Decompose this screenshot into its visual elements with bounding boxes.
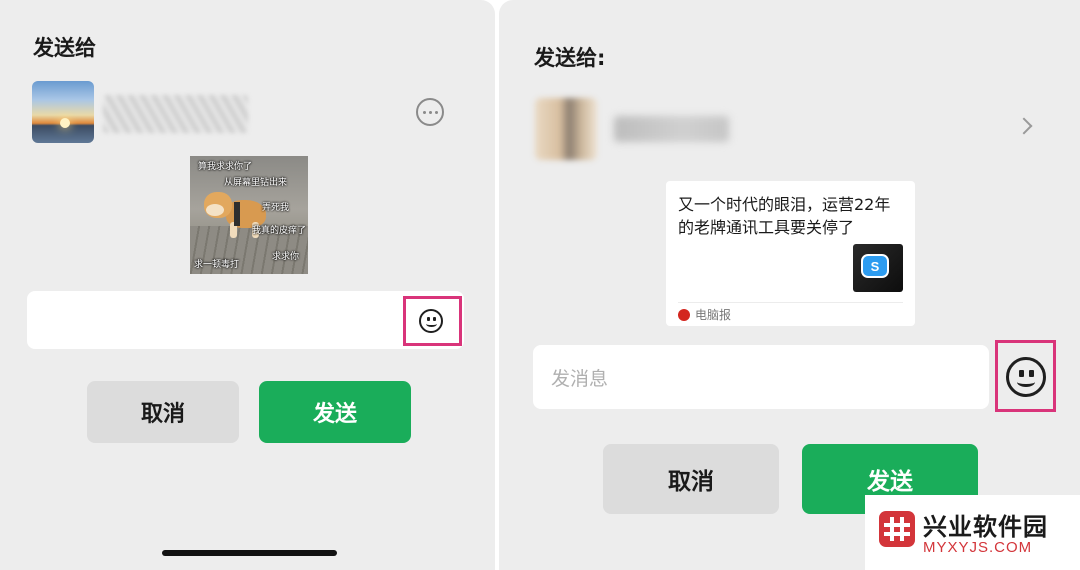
article-title: 又一个时代的眼泪，运营22年的老牌通讯工具要关停了 xyxy=(678,195,891,237)
cancel-button[interactable]: 取消 xyxy=(603,444,779,514)
meme-caption: 算我求求你了 xyxy=(198,162,253,172)
article-thumbnail: S xyxy=(853,244,903,292)
emoji-mouth xyxy=(1017,377,1035,387)
more-dot xyxy=(429,111,432,114)
more-dot xyxy=(435,111,438,114)
emoji-eye xyxy=(1019,370,1024,377)
meme-image: 算我求求你了 从屏幕里钻出来 弄死我 我真的皮痒了 求一顿毒打 求求你 xyxy=(190,156,308,274)
site-watermark: 兴业软件园 MYXYJS.COM xyxy=(865,495,1080,570)
watermark-domain: MYXYJS.COM xyxy=(923,539,1033,556)
right-share-dialog: 发送给: 又一个时代的眼泪，运营22年的老牌通讯工具要关停了 S 电脑报 发消息… xyxy=(499,0,1080,570)
message-input[interactable] xyxy=(27,291,464,349)
message-input[interactable]: 发消息 xyxy=(533,345,989,409)
send-button[interactable]: 发送 xyxy=(259,381,411,443)
dialog-title: 发送给 xyxy=(33,36,96,60)
watermark-brand: 兴业软件园 xyxy=(923,513,1048,541)
cancel-button[interactable]: 取消 xyxy=(87,381,239,443)
meme-caption: 求求你 xyxy=(272,252,300,262)
input-placeholder: 发消息 xyxy=(551,368,609,390)
recipient-name-blurred xyxy=(103,95,248,133)
recipient-avatar xyxy=(32,81,94,143)
emoji-icon[interactable] xyxy=(419,309,443,333)
home-indicator[interactable] xyxy=(162,550,337,556)
recipient-name-blurred xyxy=(614,116,729,142)
dog-face xyxy=(206,204,224,216)
meme-caption: 求一顿毒打 xyxy=(194,260,240,270)
more-icon[interactable] xyxy=(416,98,444,126)
meme-caption: 我真的皮痒了 xyxy=(252,226,307,236)
chevron-right-icon[interactable] xyxy=(1015,117,1033,135)
skype-icon: S xyxy=(861,254,889,278)
left-share-dialog: 发送给 算我求求你了 从屏幕里钻出来 弄死我 我真的皮痒了 求一顿毒打 求求你 … xyxy=(0,0,495,570)
article-card: 又一个时代的眼泪，运营22年的老牌通讯工具要关停了 S 电脑报 xyxy=(666,181,915,326)
meme-caption: 从屏幕里钻出来 xyxy=(224,178,288,188)
emoji-icon[interactable] xyxy=(1006,357,1046,397)
emoji-eye xyxy=(1029,370,1034,377)
watermark-logo-icon xyxy=(879,511,915,547)
meme-caption: 弄死我 xyxy=(262,203,290,213)
dialog-title: 发送给: xyxy=(534,46,606,70)
more-dot xyxy=(423,111,426,114)
emoji-mouth xyxy=(426,321,437,327)
source-logo-icon xyxy=(678,309,690,321)
recipient-avatar xyxy=(535,98,597,160)
sunset-sun xyxy=(60,118,70,128)
dog-harness xyxy=(234,202,240,226)
article-source: 电脑报 xyxy=(695,308,732,322)
card-divider xyxy=(678,302,903,303)
